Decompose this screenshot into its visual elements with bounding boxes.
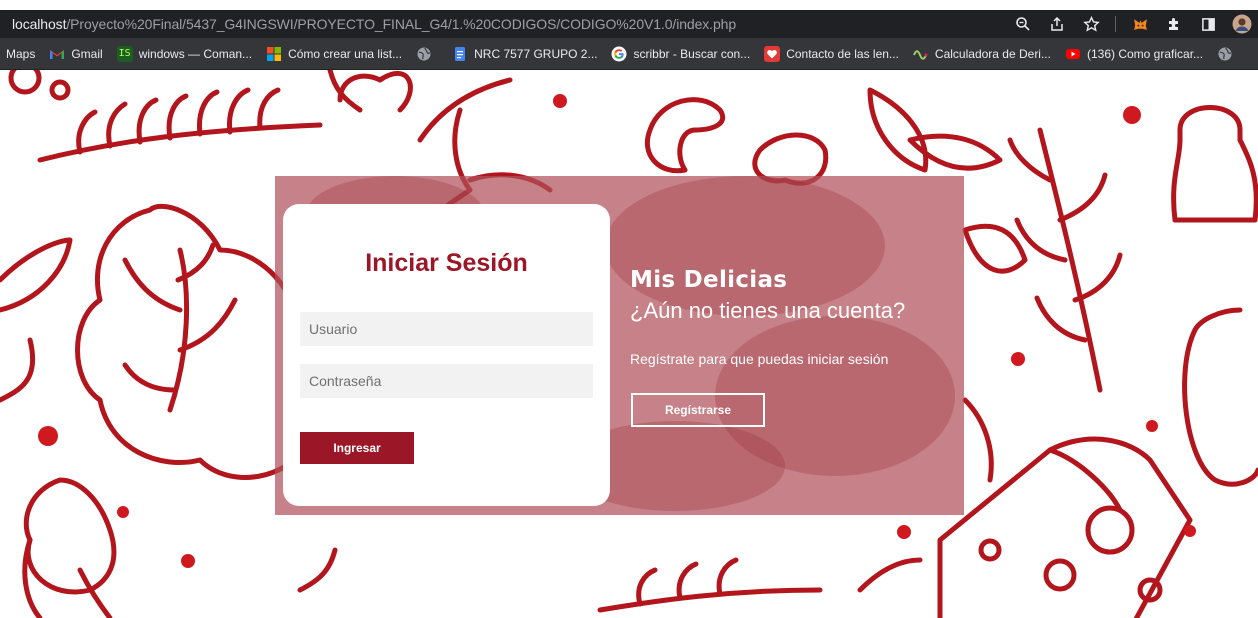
youtube-icon (1065, 46, 1081, 62)
register-button[interactable]: Regístrarse (631, 393, 765, 427)
profile-avatar[interactable] (1232, 14, 1252, 34)
bookmark-calculadora[interactable]: Calculadora de Deri... (912, 46, 1051, 62)
bookmark-label: NRC 7577 GRUPO 2... (474, 46, 598, 61)
bookmark-label: Cómo crear una list... (288, 46, 403, 61)
signup-subtitle: Regístrate para que puedas iniciar sesió… (630, 351, 889, 367)
bookmark-microsoft[interactable]: Cómo crear una list... (266, 46, 402, 62)
globe-icon (1217, 46, 1233, 62)
url-text[interactable]: localhost/Proyecto%20Final/5437_G4INGSWI… (12, 16, 1013, 32)
bookmark-windows-terminal[interactable]: IS windows — Coman... (116, 45, 253, 62)
url-host: localhost (12, 16, 67, 32)
bookmark-label: Calculadora de Deri... (934, 46, 1051, 61)
login-button[interactable]: Ingresar (300, 432, 414, 464)
bookmark-contacto[interactable]: Contacto de las len... (764, 45, 899, 62)
login-card: Iniciar Sesión Ingresar (283, 204, 610, 506)
bookmark-youtube[interactable]: (136) Como graficar... (1065, 46, 1203, 62)
bookmark-label: Maps (6, 46, 36, 61)
google-icon (611, 46, 627, 62)
signup-question: ¿Aún no tienes una cuenta? (630, 298, 906, 323)
globe-icon (416, 46, 432, 62)
login-title: Iniciar Sesión (365, 249, 528, 277)
bookmark-label: Gmail (71, 46, 103, 61)
zoom-icon[interactable] (1013, 14, 1033, 34)
wave-icon (912, 46, 929, 62)
bookmark-gmail[interactable]: Gmail (49, 46, 103, 62)
window-edge (0, 0, 1258, 10)
microsoft-icon (266, 46, 282, 62)
terminal-icon: IS (116, 45, 133, 62)
address-bar-lead (0, 10, 12, 38)
extension-metamask-icon[interactable] (1130, 14, 1150, 34)
bookmarks-bar: Maps Gmail IS windows — Coman... Cómo cr… (0, 38, 1258, 70)
puzzle-icon[interactable] (1164, 14, 1184, 34)
star-icon[interactable] (1081, 14, 1101, 34)
heart-icon (764, 45, 781, 62)
bookmark-maps[interactable]: Maps (6, 47, 35, 61)
bookmark-label: scribbr - Buscar con... (633, 46, 751, 61)
login-page: Iniciar Sesión Ingresar Mis Delicias ¿Aú… (0, 70, 1258, 618)
bookmark-label: (136) Como graficar... (1086, 46, 1204, 61)
bookmark-label: Contacto de las len... (786, 46, 899, 61)
bookmark-globe[interactable] (416, 46, 438, 62)
bookmark-globe-2[interactable] (1217, 46, 1239, 62)
gmail-icon (49, 46, 65, 62)
bookmark-google[interactable]: scribbr - Buscar con... (611, 46, 750, 62)
share-icon[interactable] (1047, 14, 1067, 34)
password-input[interactable] (300, 364, 593, 398)
docs-icon (452, 46, 468, 62)
bookmark-label: windows — Coman... (138, 46, 253, 61)
brand-name: Mis Delicias (630, 267, 788, 293)
url-path: /Proyecto%20Final/5437_G4INGSWI/PROYECTO… (66, 16, 737, 32)
sidepanel-icon[interactable] (1198, 14, 1218, 34)
bookmark-docs[interactable]: NRC 7577 GRUPO 2... (452, 46, 597, 62)
toolbar-separator (1115, 16, 1116, 32)
address-bar[interactable]: localhost/Proyecto%20Final/5437_G4INGSWI… (0, 10, 1258, 38)
username-input[interactable] (300, 312, 593, 346)
browser-toolbar (1013, 14, 1258, 34)
